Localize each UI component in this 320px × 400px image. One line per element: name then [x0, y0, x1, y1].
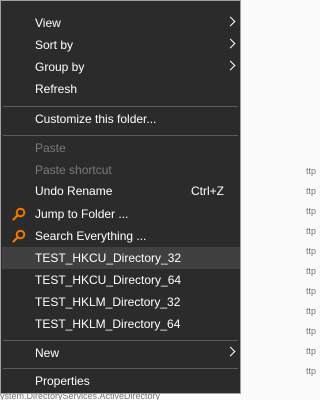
search-icon: [12, 207, 26, 221]
menu-item-label: TEST_HKCU_Directory_32: [35, 251, 182, 265]
background-text-fragment: ttp: [306, 366, 317, 376]
menu-item-label: View: [35, 16, 61, 30]
background-text-fragment: ttp: [306, 246, 317, 256]
background-text-fragment: ttp: [306, 266, 317, 276]
menu-item-label: TEST_HKLM_Directory_64: [35, 317, 181, 331]
background-text-fragment: ttp: [306, 286, 317, 296]
menu-item-label: Search Everything ...: [35, 229, 147, 243]
menu-item-test-hkcu-32[interactable]: TEST_HKCU_Directory_32: [2, 247, 240, 269]
menu-item-label: New: [35, 346, 60, 360]
menu-item-label: Undo Rename: [35, 184, 113, 198]
search-icon: [12, 229, 26, 243]
menu-item-label: Group by: [35, 60, 85, 74]
menu-item-label: TEST_HKLM_Directory_32: [35, 295, 181, 309]
menu-item-properties[interactable]: Properties: [2, 370, 240, 392]
chevron-right-icon: [225, 16, 236, 27]
menu-item-label: Paste shortcut: [35, 163, 112, 177]
background-text-fragment: ttp: [306, 186, 317, 196]
menu-item-shortcut: Ctrl+Z: [191, 184, 224, 198]
context-menu: View Sort by Group by Refresh Customize …: [0, 0, 241, 394]
chevron-right-icon: [225, 60, 236, 71]
menu-item-customize-folder[interactable]: Customize this folder...: [2, 108, 240, 130]
menu-item-view[interactable]: View: [2, 12, 240, 34]
menu-separator: [3, 368, 238, 369]
background-text-fragment: ttp: [306, 326, 317, 336]
menu-item-test-hklm-64[interactable]: TEST_HKLM_Directory_64: [2, 313, 240, 335]
background-text-fragment: ttp: [306, 206, 317, 216]
menu-item-label: Properties: [35, 374, 90, 388]
menu-item-jump-to-folder[interactable]: Jump to Folder ...: [2, 203, 240, 225]
background-text-fragment: ttp: [306, 166, 317, 176]
menu-item-paste: Paste: [2, 137, 240, 159]
menu-item-group-by[interactable]: Group by: [2, 56, 240, 78]
menu-item-new[interactable]: New: [2, 342, 240, 364]
menu-item-undo-rename[interactable]: Undo Rename Ctrl+Z: [2, 180, 240, 202]
menu-separator: [3, 340, 238, 341]
menu-item-refresh[interactable]: Refresh: [2, 78, 240, 100]
menu-item-search-everything[interactable]: Search Everything ...: [2, 225, 240, 247]
chevron-right-icon: [225, 38, 236, 49]
background-text-fragment: ttp: [306, 226, 317, 236]
menu-item-paste-shortcut: Paste shortcut: [2, 159, 240, 181]
menu-separator: [3, 106, 238, 107]
chevron-right-icon: [225, 346, 236, 357]
menu-item-sort-by[interactable]: Sort by: [2, 34, 240, 56]
menu-item-label: Sort by: [35, 38, 74, 52]
menu-item-test-hklm-32[interactable]: TEST_HKLM_Directory_32: [2, 291, 240, 313]
menu-item-label: Jump to Folder ...: [35, 207, 129, 221]
menu-item-label: TEST_HKCU_Directory_64: [35, 273, 182, 287]
menu-item-test-hkcu-64[interactable]: TEST_HKCU_Directory_64: [2, 269, 240, 291]
background-text-fragment: ttp: [306, 306, 317, 316]
menu-separator: [3, 135, 238, 136]
menu-item-label: Paste: [35, 141, 66, 155]
menu-item-label: Customize this folder...: [35, 112, 157, 126]
menu-item-label: Refresh: [35, 82, 78, 96]
background-text-fragment: ttp: [306, 346, 317, 356]
